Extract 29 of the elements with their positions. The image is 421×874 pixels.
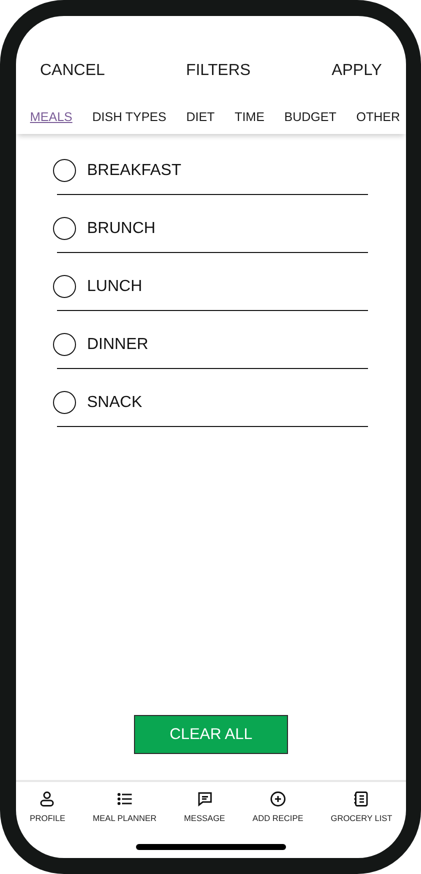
chat-bubble-icon[interactable] [196, 790, 214, 808]
nav-label[interactable]: GROCERY LIST [330, 813, 392, 823]
plus-circle-icon[interactable] [268, 790, 287, 808]
filter-tab[interactable]: BUDGET [282, 108, 338, 126]
nav-label[interactable]: ADD RECIPE [252, 813, 304, 823]
radio-button[interactable] [53, 217, 76, 240]
radio-button[interactable] [53, 159, 76, 182]
option-label: LUNCH [87, 278, 142, 296]
nav-label[interactable]: MEAL PLANNER [92, 813, 157, 823]
screen-title: FILTERS [186, 62, 251, 80]
filter-tab[interactable]: TIME [232, 108, 266, 126]
filter-tab[interactable]: DIET [184, 108, 217, 126]
filter-tab[interactable]: DISH TYPES [90, 108, 168, 126]
nav-label[interactable]: MESSAGE [184, 813, 226, 823]
cancel-button[interactable]: CANCEL [38, 60, 107, 82]
option-label: BRUNCH [87, 220, 156, 238]
option-label: SNACK [87, 394, 142, 412]
list-icon[interactable] [116, 790, 134, 808]
nav-label[interactable]: PROFILE [30, 813, 66, 823]
filter-tab[interactable]: OTHER [354, 108, 402, 126]
filter-tab[interactable]: MEALS [28, 108, 74, 126]
radio-button[interactable] [53, 333, 76, 356]
option-label: DINNER [87, 336, 148, 354]
option-label: BREAKFAST [87, 162, 182, 180]
person-icon[interactable] [38, 790, 56, 808]
apply-button[interactable]: APPLY [330, 60, 384, 82]
radio-button[interactable] [53, 275, 76, 298]
radio-button[interactable] [53, 391, 76, 414]
notebook-icon[interactable] [352, 790, 370, 808]
